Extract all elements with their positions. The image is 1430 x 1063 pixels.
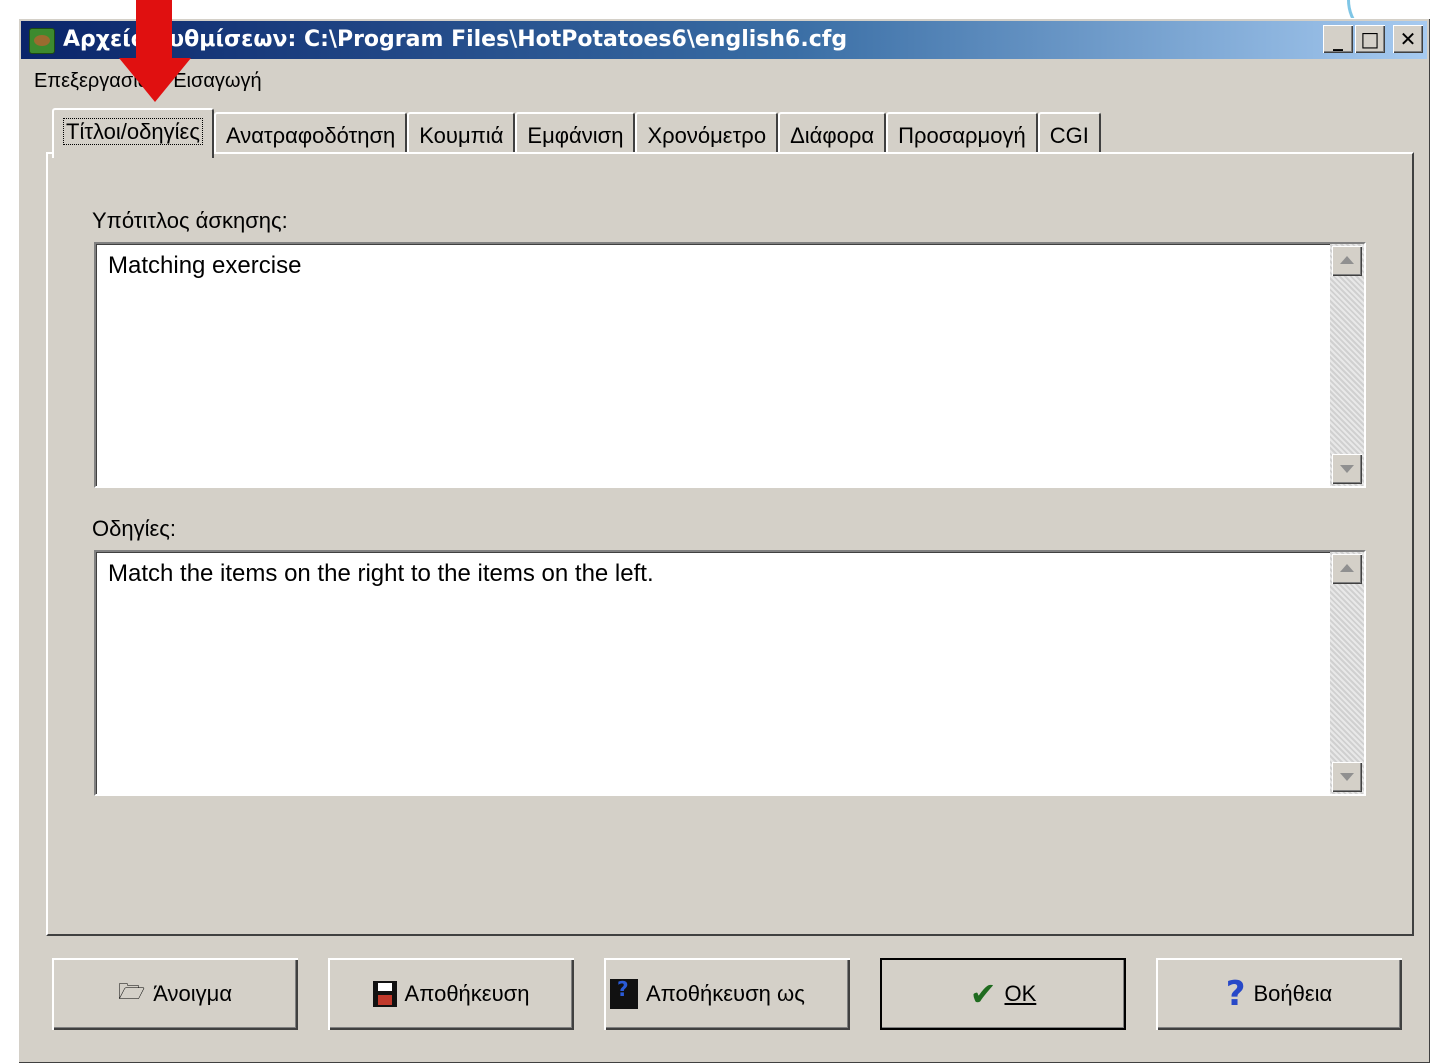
save-as-button-label: Αποθήκευση ως <box>646 981 805 1006</box>
title-bar[interactable]: Αρχείο ρυθμίσεων: C:\Program Files\HotPo… <box>21 21 1427 59</box>
ok-button-label: OK <box>1004 981 1037 1006</box>
check-icon: ✔ <box>969 975 997 1013</box>
instructions-label: Οδηγίες: <box>92 516 177 541</box>
save-as-icon <box>610 977 638 1009</box>
subtitle-label: Υπότιτλος άσκησης: <box>92 208 288 233</box>
scroll-down-icon[interactable] <box>1332 762 1362 792</box>
annotation-arrow <box>119 0 191 110</box>
window-controls: _ □ ✕ <box>1323 25 1423 53</box>
instructions-textarea[interactable]: Match the items on the right to the item… <box>94 550 1366 796</box>
tab-titles-instructions[interactable]: Τίτλοι/οδηγίες <box>52 108 214 158</box>
instructions-text: Match the items on the right to the item… <box>108 560 654 587</box>
tab-label: Τίτλοι/οδηγίες <box>63 118 203 145</box>
instructions-scrollbar[interactable] <box>1330 552 1364 794</box>
subtitle-text: Matching exercise <box>108 252 302 279</box>
ok-button[interactable]: ✔ OK <box>880 958 1126 1030</box>
folder-icon: 🗁 <box>117 980 146 1005</box>
subtitle-scrollbar[interactable] <box>1330 244 1364 486</box>
save-button[interactable]: Αποθήκευση <box>328 958 574 1030</box>
hot-potatoes-app-icon <box>29 28 55 54</box>
minimize-icon[interactable]: _ <box>1323 25 1353 53</box>
help-button[interactable]: ? Βοήθεια <box>1156 958 1402 1030</box>
open-button[interactable]: 🗁 Άνοιγμα <box>52 958 298 1030</box>
scroll-up-icon[interactable] <box>1332 554 1362 584</box>
scroll-down-icon[interactable] <box>1332 454 1362 484</box>
tab-strip: Τίτλοι/οδηγίες Ανατραφοδότηση Κουμπιά Εμ… <box>52 108 1101 158</box>
help-button-label: Βοήθεια <box>1253 981 1333 1006</box>
scroll-up-icon[interactable] <box>1332 246 1362 276</box>
save-as-button[interactable]: Αποθήκευση ως <box>604 958 850 1030</box>
close-icon[interactable]: ✕ <box>1393 25 1423 53</box>
subtitle-textarea[interactable]: Matching exercise <box>94 242 1366 488</box>
arrow-head <box>119 58 191 102</box>
save-button-label: Αποθήκευση <box>404 981 530 1006</box>
help-icon: ? <box>1225 974 1246 1014</box>
save-icon <box>372 981 397 1007</box>
maximize-icon[interactable]: □ <box>1355 25 1385 53</box>
arrow-shaft <box>136 0 172 60</box>
open-button-label: Άνοιγμα <box>153 981 233 1006</box>
